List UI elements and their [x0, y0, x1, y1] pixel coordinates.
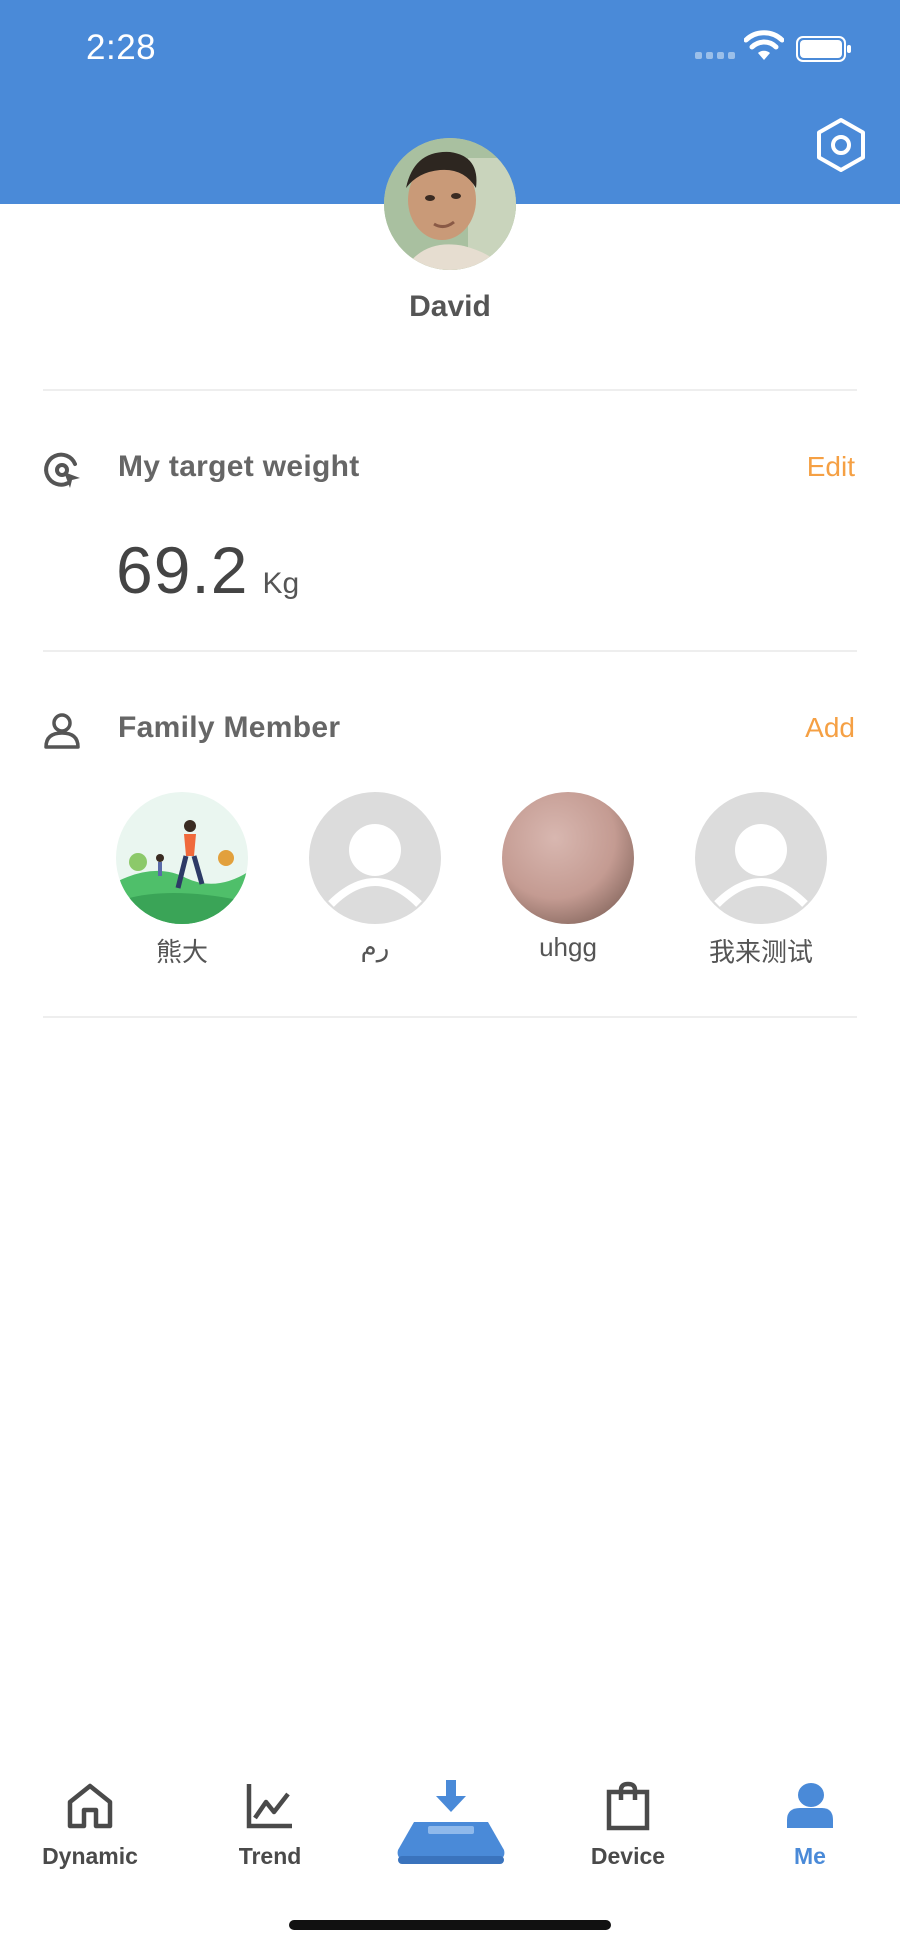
family-member-item[interactable]: 熊大: [102, 792, 262, 969]
member-name: 熊大: [155, 937, 208, 967]
member-name: رم: [360, 932, 390, 962]
home-indicator: [289, 1920, 611, 1930]
trend-chart-icon: [246, 1784, 292, 1829]
target-weight-display: 69.2 Kg: [116, 532, 299, 608]
tab-trend[interactable]: Trend: [200, 1780, 340, 1870]
default-avatar-icon: [695, 792, 827, 924]
gear-icon[interactable]: [812, 116, 870, 174]
home-icon: [67, 1783, 113, 1829]
divider: [43, 1016, 857, 1018]
user-name: David: [409, 290, 491, 323]
shopping-bag-icon: [606, 1781, 650, 1831]
status-time: 2:28: [86, 28, 157, 67]
add-member-button[interactable]: Add: [805, 712, 855, 744]
target-icon: [44, 452, 80, 488]
person-icon: [787, 1783, 833, 1828]
battery-icon: [796, 36, 851, 62]
tab-label: Dynamic: [42, 1843, 138, 1869]
wifi-icon: [744, 30, 784, 60]
target-weight-title: My target weight: [118, 450, 360, 483]
member-name: 我来测试: [708, 937, 813, 967]
target-weight-unit: Kg: [262, 567, 300, 600]
target-weight-value: 69.2: [116, 533, 249, 607]
tab-me[interactable]: Me: [740, 1780, 880, 1870]
family-member-item[interactable]: 我来测试: [681, 792, 841, 969]
member-avatar: [502, 792, 634, 924]
divider: [43, 389, 857, 391]
default-avatar-icon: [309, 792, 441, 924]
tab-device[interactable]: Device: [558, 1780, 698, 1870]
avatar[interactable]: [384, 138, 516, 270]
member-name: uhgg: [539, 932, 597, 962]
edit-target-button[interactable]: Edit: [807, 451, 855, 483]
member-avatar: [116, 792, 248, 924]
scale-download-icon[interactable]: [394, 1778, 508, 1868]
family-member-item[interactable]: uhgg: [488, 792, 648, 963]
tab-label: Device: [590, 1843, 666, 1869]
tab-label: Me: [794, 1843, 826, 1869]
tab-dynamic[interactable]: Dynamic: [20, 1780, 160, 1870]
cellular-signal-icon: [695, 52, 737, 60]
person-icon: [44, 713, 80, 749]
tab-label: Trend: [238, 1843, 302, 1869]
divider: [43, 650, 857, 652]
family-member-item[interactable]: رم: [295, 792, 455, 963]
family-member-title: Family Member: [118, 711, 341, 744]
